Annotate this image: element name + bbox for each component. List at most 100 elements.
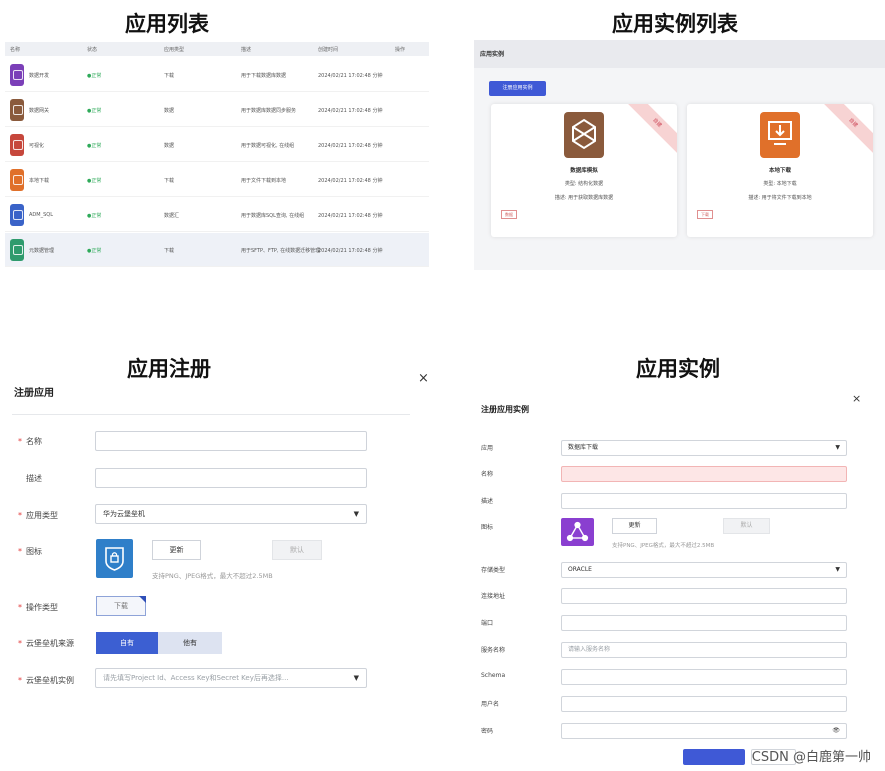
table-row[interactable]: 本地下载 ●正常 下载 用于文件下载到本地 2024/02/21 17:02:48 分钟 [5, 163, 429, 197]
caret-down-icon: ▼ [353, 674, 359, 682]
field-label: 密码 [481, 728, 494, 735]
card-type: 类型: 结构化数据 [564, 181, 604, 187]
app-list-table: 名称 状态 应用类型 描述 创建时间 操作 数据开发 ●正常 下载 用于下载数据库数据… [5, 42, 429, 269]
cell-status: ●正常 [87, 213, 102, 219]
cell-name: 可视化 [29, 143, 45, 149]
cell-status: ●正常 [87, 73, 102, 79]
table-row[interactable]: 可视化 ●正常 数据 用于数据可视化, 在线组 2024/02/21 17:02:48 … [5, 128, 429, 162]
table-row[interactable]: 元数据管理 ●正常 下载 用于SFTP、FTP, 在线数据迁移管理 2024/02/21… [5, 233, 429, 267]
field-label: 应用 [481, 445, 494, 452]
table-row[interactable]: 数据网关 ●正常 数据 用于数据库数据同步服务 2024/02/21 17:02:48 … [5, 93, 429, 127]
source-other-option[interactable]: 他有 [158, 632, 222, 654]
app-icon [10, 239, 24, 261]
default-icon-button[interactable]: 默认 [272, 540, 322, 560]
card-name: 本地下载 [768, 168, 791, 174]
card-tag: 下载 [697, 210, 713, 219]
cell-type: 数据 [164, 143, 175, 149]
field-input[interactable]: 👁 [561, 723, 847, 739]
eye-icon[interactable]: 👁 [832, 724, 840, 738]
column-header: 创建时间 [318, 47, 339, 53]
card-type: 类型: 本地下载 [763, 181, 797, 187]
cell-time: 2024/02/21 17:02:48 分钟 [318, 213, 383, 219]
shield-app-icon [96, 539, 133, 578]
cell-time: 2024/02/21 17:02:48 分钟 [318, 178, 383, 184]
icon-hint: 支持PNG、JPEG格式，最大不超过2.5MB [612, 543, 715, 549]
cell-type: 下载 [164, 178, 175, 184]
field-input[interactable] [561, 615, 847, 631]
cell-status: ●正常 [87, 108, 102, 114]
cell-time: 2024/02/21 17:02:48 分钟 [318, 108, 383, 114]
cell-type: 下载 [164, 73, 175, 79]
confirm-button[interactable] [683, 749, 745, 765]
app-icon [10, 204, 24, 226]
field-value: ORACLE [568, 566, 592, 573]
card-desc: 描述: 用于获取数据库数据 [554, 195, 614, 201]
cell-name: 元数据管理 [29, 248, 55, 254]
field-input[interactable] [561, 493, 847, 509]
cell-name: 数据开发 [29, 73, 50, 79]
card-ribbon: 自建 [623, 104, 677, 157]
instance-dialog-title: 注册应用实例 [481, 405, 529, 414]
field-input[interactable] [561, 588, 847, 604]
field-label: 端口 [481, 620, 494, 627]
caret-down-icon: ▼ [835, 444, 840, 451]
cell-desc: 用于数据可视化, 在线组 [241, 143, 295, 149]
selected-corner-icon [139, 596, 146, 603]
name-input[interactable] [95, 431, 367, 451]
cell-name: ADM_SQL [29, 212, 53, 218]
op-type-chip[interactable]: 下载 [96, 596, 146, 616]
icon-label: 图标 [481, 524, 494, 531]
cell-desc: 用于SFTP、FTP, 在线数据迁移管理 [241, 248, 321, 254]
field-input[interactable] [561, 466, 847, 482]
title-app-instance: 应用实例 [636, 357, 720, 381]
field-input[interactable] [561, 669, 847, 685]
collage: 应用列表 应用实例列表 应用注册 应用实例 名称 状态 应用类型 描述 创建时间… [0, 0, 885, 771]
bastion-instance-select[interactable]: 请先填写Project Id、Access Key和Secret Key后再选择… [95, 668, 367, 688]
close-icon[interactable]: × [852, 392, 861, 405]
download-icon [760, 112, 800, 158]
cell-name: 数据网关 [29, 108, 50, 114]
instance-list-heading: 应用实例 [480, 51, 505, 58]
table-row[interactable]: 数据开发 ●正常 下载 用于下载数据库数据 2024/02/21 17:02:48 分钟 [5, 58, 429, 92]
source-label: * 云堡垒机来源 [18, 639, 74, 648]
field-label: 名称 [481, 471, 494, 478]
cell-status: ●正常 [87, 248, 102, 254]
name-label: * 名称 [18, 437, 42, 446]
card-desc: 描述: 用于将文件下载到本地 [748, 195, 812, 201]
table-row[interactable]: ADM_SQL ●正常 数据汇 用于数据库SQL查询, 在线组 2024/02/21 1… [5, 198, 429, 232]
field-label: 描述 [481, 498, 494, 505]
field-select[interactable]: ORACLE ▼ [561, 562, 847, 578]
instance-card[interactable]: 自建 数据库模拟 类型: 结构化数据 描述: 用于获取数据库数据 数据 [491, 104, 677, 237]
column-header[interactable]: 应用类型 [164, 46, 184, 53]
update-icon-button[interactable]: 更新 [152, 540, 201, 560]
instance-card[interactable]: 自建 本地下载 类型: 本地下载 描述: 用于将文件下载到本地 下载 [687, 104, 873, 237]
type-select[interactable]: 华为云堡垒机 ▼ [95, 504, 367, 524]
cell-status: ●正常 [87, 143, 102, 149]
field-input[interactable] [561, 696, 847, 712]
register-dialog-title: 注册应用 [14, 388, 54, 399]
field-label: 连接地址 [481, 593, 506, 600]
field-input[interactable]: 请输入服务名称 [561, 642, 847, 658]
app-icon [10, 64, 24, 86]
close-icon[interactable]: × [418, 371, 429, 386]
desc-input[interactable] [95, 468, 367, 488]
default-icon-button[interactable]: 默认 [723, 518, 770, 534]
source-own-option[interactable]: 自有 [96, 632, 158, 654]
table-header: 名称 状态 应用类型 描述 创建时间 操作 [5, 42, 429, 56]
database-icon [564, 112, 604, 158]
app-icon [10, 169, 24, 191]
cell-type: 下载 [164, 248, 175, 254]
card-tag: 数据 [501, 210, 517, 219]
register-instance-button[interactable]: 注册应用实例 [489, 81, 546, 96]
column-header[interactable]: 状态 [87, 46, 97, 53]
field-label: 用户名 [481, 701, 500, 708]
cell-desc: 用于下载数据库数据 [241, 73, 287, 79]
graph-app-icon [561, 518, 594, 546]
update-icon-button[interactable]: 更新 [612, 518, 657, 534]
column-header: 描述 [241, 47, 252, 53]
field-select[interactable]: 数据库下载 ▼ [561, 440, 847, 456]
cell-time: 2024/02/21 17:02:48 分钟 [318, 248, 383, 254]
card-ribbon: 自建 [819, 104, 873, 157]
icon-hint: 支持PNG、JPEG格式，最大不超过2.5MB [152, 572, 273, 580]
divider [12, 414, 410, 415]
